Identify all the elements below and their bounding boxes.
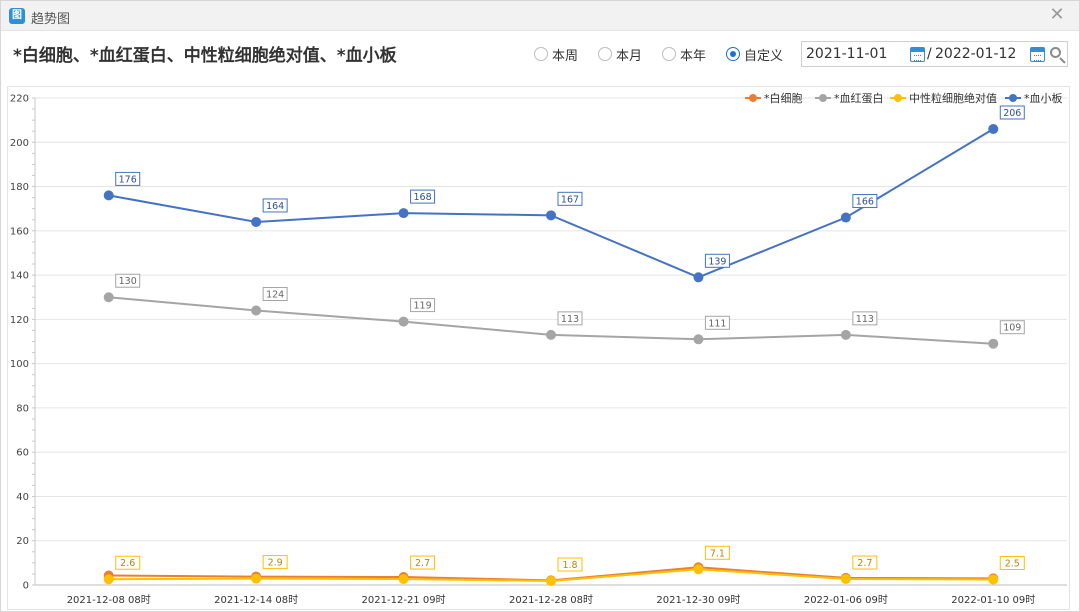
- data-point: [988, 123, 999, 134]
- data-label: 2.7: [415, 558, 430, 569]
- data-label: 164: [266, 201, 284, 212]
- y-tick-label: 80: [16, 403, 29, 414]
- y-tick-label: 60: [16, 448, 29, 459]
- data-label: 2.7: [857, 558, 872, 569]
- x-tick-label: 2021-12-21 09时: [362, 594, 446, 606]
- x-tick-label: 2021-12-08 08时: [67, 594, 151, 606]
- data-label: 139: [708, 256, 726, 267]
- data-label: 176: [119, 174, 137, 185]
- data-point: [103, 292, 114, 303]
- data-point: [693, 334, 704, 345]
- y-tick-label: 20: [16, 536, 29, 547]
- data-label: 166: [856, 197, 874, 208]
- legend-marker: [819, 94, 827, 102]
- data-point: [840, 574, 851, 585]
- y-tick-label: 200: [10, 138, 29, 149]
- y-tick-label: 100: [10, 359, 29, 370]
- data-point: [251, 573, 262, 584]
- data-point: [398, 316, 409, 327]
- data-point: [840, 212, 851, 223]
- data-label: 167: [561, 194, 579, 205]
- data-label: 2.5: [1005, 558, 1020, 569]
- data-point: [398, 208, 409, 219]
- data-label: 113: [561, 314, 579, 325]
- x-tick-label: 2022-01-10 09时: [951, 594, 1035, 606]
- data-point: [251, 216, 262, 227]
- x-tick-label: 2022-01-06 09时: [804, 594, 888, 606]
- line-chart: 0 20 40 60 80 100 120 140 160 180 200 220 2021-12-08…: [10, 91, 1067, 606]
- data-point: [546, 210, 556, 221]
- data-point: [103, 190, 114, 201]
- data-label: 168: [414, 192, 432, 203]
- data-label: 2.6: [120, 558, 135, 569]
- legend-marker: [1009, 94, 1017, 102]
- data-point: [693, 564, 704, 575]
- data-point: [693, 272, 704, 283]
- data-point: [988, 338, 999, 349]
- y-tick-label: 120: [10, 315, 29, 326]
- data-point: [988, 574, 999, 585]
- y-tick-label: 0: [23, 581, 29, 592]
- data-point: [840, 329, 851, 340]
- data-point: [546, 329, 556, 340]
- legend-label: *血小板: [1024, 91, 1063, 105]
- data-point: [251, 305, 262, 316]
- data-label: 2.9: [268, 558, 283, 569]
- y-tick-label: 140: [10, 271, 29, 282]
- data-label: 113: [856, 314, 874, 325]
- data-label: 130: [119, 276, 137, 287]
- legend-marker: [749, 94, 757, 102]
- data-label: 119: [414, 301, 432, 312]
- data-label: 7.1: [710, 548, 725, 559]
- y-tick-label: 40: [16, 492, 29, 503]
- y-tick-label: 180: [10, 182, 29, 193]
- data-label: 109: [1003, 323, 1021, 334]
- legend-label: *白细胞: [764, 91, 803, 105]
- data-point: [546, 576, 556, 587]
- y-tick-label: 160: [10, 226, 29, 237]
- x-tick-label: 2021-12-30 09时: [656, 594, 740, 606]
- legend-label: *血红蛋白: [834, 91, 884, 105]
- data-point: [103, 574, 114, 585]
- data-label: 111: [708, 318, 726, 329]
- x-tick-label: 2021-12-28 08时: [509, 594, 593, 606]
- legend-label: 中性粒细胞绝对值: [909, 91, 997, 105]
- data-point: [398, 574, 409, 585]
- data-label: 124: [266, 290, 284, 301]
- data-label: 1.8: [562, 560, 577, 571]
- y-tick-label: 220: [10, 94, 29, 105]
- legend-marker: [894, 94, 902, 102]
- data-label: 206: [1003, 108, 1021, 119]
- x-tick-label: 2021-12-14 08时: [214, 594, 298, 606]
